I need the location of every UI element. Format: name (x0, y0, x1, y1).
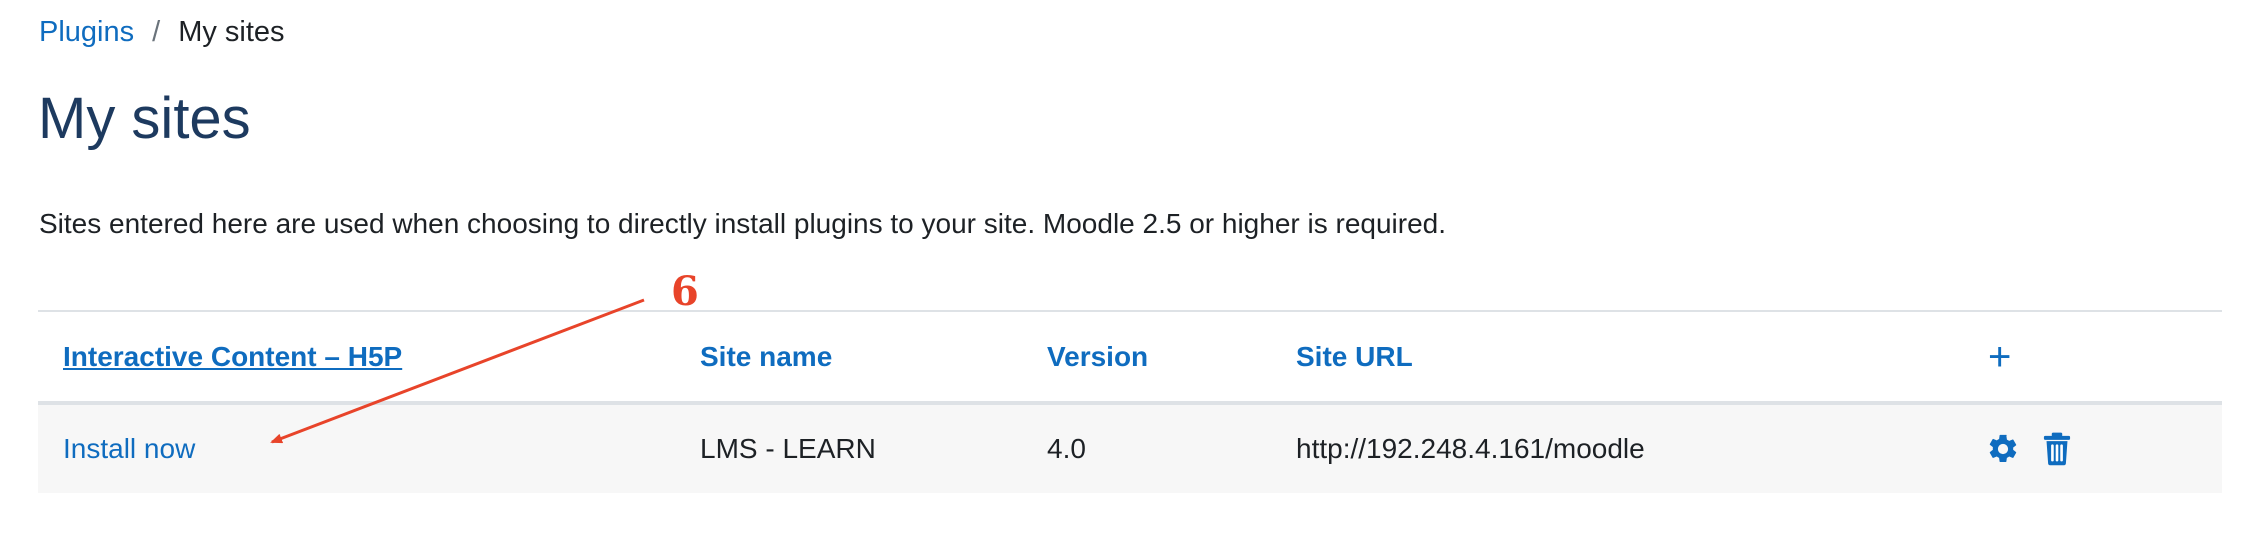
gear-icon[interactable] (1986, 432, 2020, 466)
page: Plugins / My sites My sites Sites entere… (0, 0, 2250, 550)
cell-site-name: LMS - LEARN (700, 433, 876, 464)
trash-icon[interactable] (2042, 432, 2072, 466)
header-site-url: Site URL (1296, 340, 1413, 372)
table-row: Install now LMS - LEARN 4.0 http://192.2… (38, 403, 2222, 493)
header-actions: + (1986, 311, 2222, 403)
breadcrumb: Plugins / My sites (39, 14, 285, 50)
intro-text: Sites entered here are used when choosin… (39, 208, 1447, 239)
breadcrumb-separator: / (152, 16, 161, 48)
breadcrumb-link-plugins[interactable]: Plugins (39, 14, 134, 50)
header-version: Version (1047, 340, 1149, 372)
header-site-name: Site name (700, 340, 833, 372)
cell-action: Install now (38, 403, 700, 493)
cell-version: 4.0 (1047, 433, 1086, 464)
add-site-button[interactable]: + (1988, 337, 2011, 377)
install-now-link[interactable]: Install now (63, 433, 195, 464)
header-plugin: Interactive Content – H5P (38, 311, 700, 403)
breadcrumb-current: My sites (178, 16, 285, 48)
page-title: My sites (38, 86, 251, 151)
cell-site-url: http://192.248.4.161/moodle (1296, 433, 1645, 464)
sites-table: Interactive Content – H5P Site name Vers… (38, 310, 2222, 493)
cell-actions (1986, 403, 2222, 493)
annotation-number: 6 (671, 268, 699, 315)
table-header-row: Interactive Content – H5P Site name Vers… (38, 311, 2222, 403)
plugin-link[interactable]: Interactive Content – H5P (63, 341, 402, 372)
